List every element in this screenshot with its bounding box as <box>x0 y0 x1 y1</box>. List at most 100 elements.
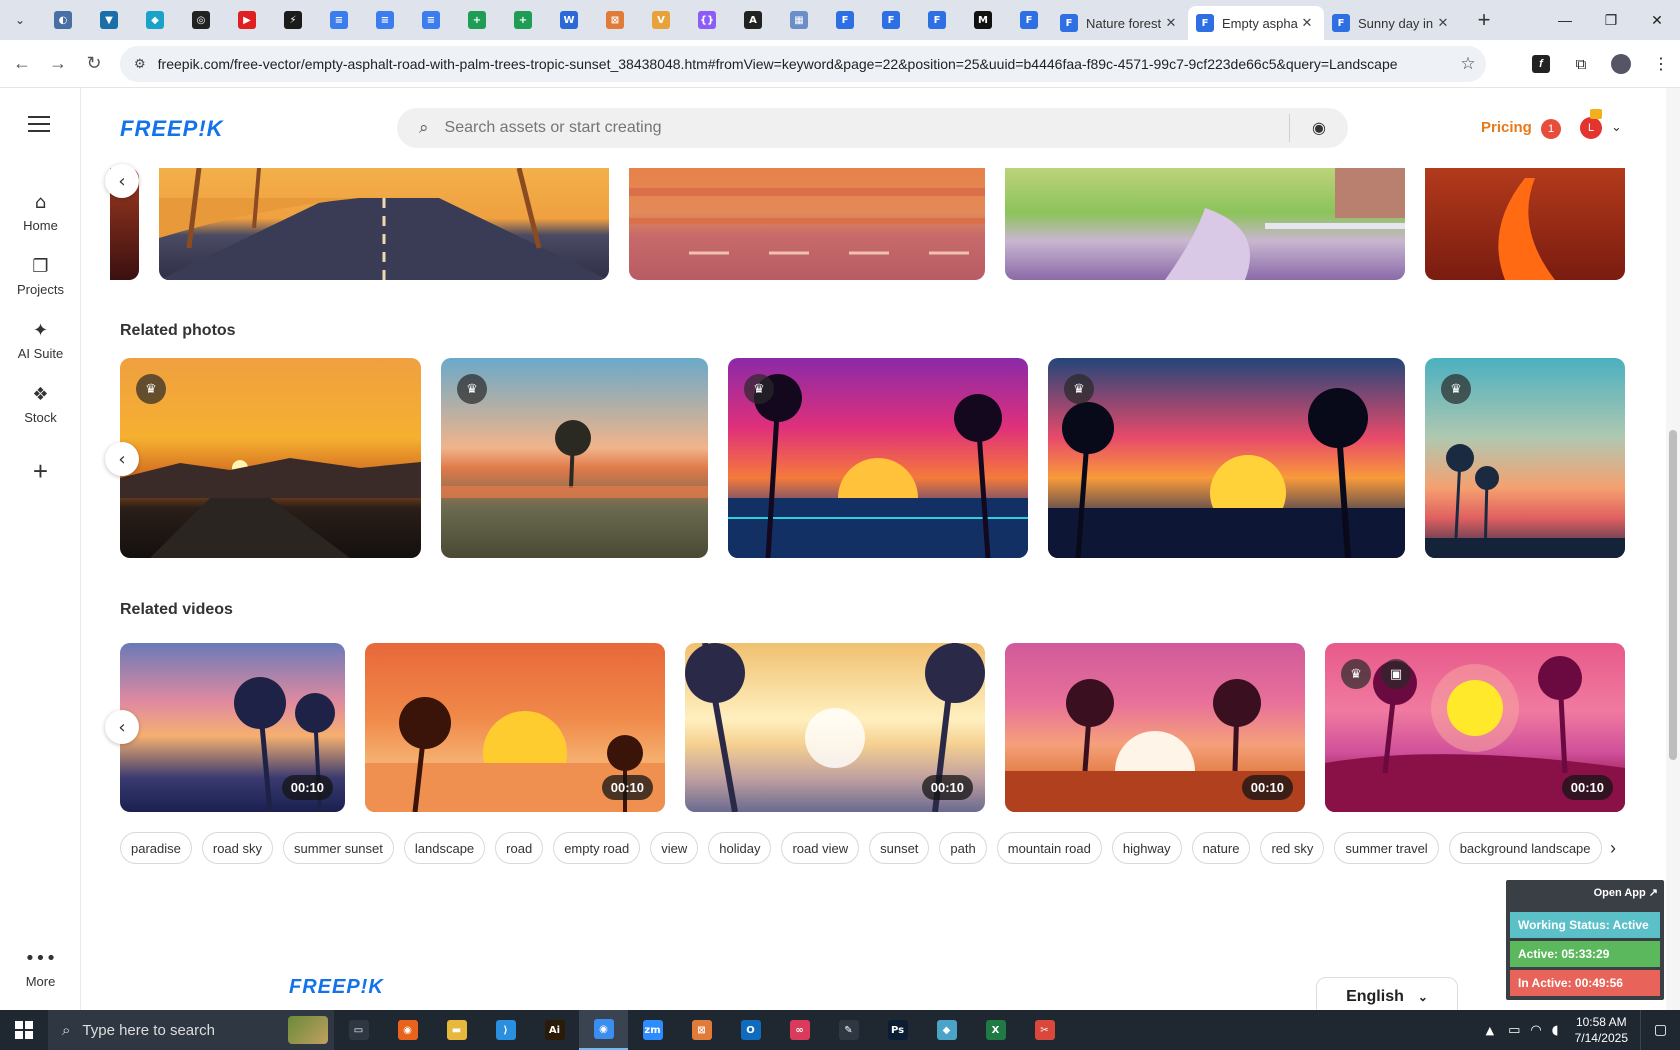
windows-start-icon[interactable] <box>0 1010 48 1050</box>
search-bar[interactable]: ⌕ ◉ <box>397 108 1348 148</box>
freepik-logo[interactable]: FREEP!K <box>120 116 224 142</box>
taskbar-app[interactable]: ▭ <box>334 1010 383 1050</box>
pinned-tab[interactable]: ≡ <box>316 0 362 40</box>
video-thumbnail[interactable]: 00:10 <box>1005 643 1305 812</box>
camera-search-icon[interactable]: ◉ <box>1290 118 1348 138</box>
taskbar-app[interactable]: ∞ <box>775 1010 824 1050</box>
taskbar-app[interactable]: X <box>971 1010 1020 1050</box>
pinned-tab[interactable]: F <box>914 0 960 40</box>
photo-thumbnail[interactable]: ♛ <box>1425 358 1625 558</box>
open-app-link[interactable]: Open App ↗ <box>1594 886 1658 899</box>
tab-sunny-day[interactable]: F Sunny day in ✕ <box>1324 6 1460 40</box>
sidebar-item-projects[interactable]: ❐ Projects <box>0 256 81 297</box>
pinned-tab[interactable]: ≡ <box>362 0 408 40</box>
taskbar-app[interactable]: ⊠ <box>677 1010 726 1050</box>
sidebar-item-more[interactable]: ••• More <box>0 948 81 989</box>
pinned-tab[interactable]: + <box>500 0 546 40</box>
pinned-tab[interactable]: ◎ <box>178 0 224 40</box>
hamburger-menu-icon[interactable] <box>28 116 50 137</box>
extension-f-icon[interactable]: f <box>1522 45 1560 83</box>
video-thumbnail[interactable]: 00:10 <box>120 643 345 812</box>
profile-avatar-icon[interactable] <box>1602 45 1640 83</box>
close-window-button[interactable]: ✕ <box>1634 0 1680 40</box>
taskbar-app[interactable]: ⟩ <box>481 1010 530 1050</box>
search-input[interactable] <box>444 119 1289 137</box>
network-icon[interactable]: ▭ <box>1508 1023 1520 1038</box>
tag-chip[interactable]: path <box>939 832 987 864</box>
tag-chip[interactable]: empty road <box>553 832 641 864</box>
forward-icon[interactable]: → <box>40 46 76 82</box>
taskbar-app[interactable]: ◉ <box>579 1010 628 1050</box>
footer-freepik-logo[interactable]: FREEP!K <box>289 976 384 999</box>
pinned-tab[interactable]: ▼ <box>86 0 132 40</box>
taskbar-app[interactable]: ◆ <box>922 1010 971 1050</box>
taskbar-app[interactable]: ▬ <box>432 1010 481 1050</box>
volume-icon[interactable]: ◖ <box>1552 1023 1559 1038</box>
notification-center-icon[interactable]: ▢ <box>1640 1010 1680 1050</box>
tag-chip[interactable]: paradise <box>120 832 192 864</box>
chevron-up-icon[interactable]: ▲ <box>1486 1024 1494 1037</box>
tag-chip[interactable]: mountain road <box>996 832 1102 864</box>
tab-search-dropdown-icon[interactable]: ⌄ <box>6 6 34 34</box>
tag-chip[interactable]: landscape <box>403 832 486 864</box>
pinned-tab[interactable]: V <box>638 0 684 40</box>
tag-chip[interactable]: background landscape <box>1448 832 1602 864</box>
new-tab-button[interactable]: + <box>1468 7 1500 33</box>
pinned-tab[interactable]: F <box>868 0 914 40</box>
video-thumbnail[interactable]: ♛ ▣ 00:10 <box>1325 643 1625 812</box>
scrollbar-thumb[interactable] <box>1669 430 1677 760</box>
photo-thumbnail[interactable]: ♛ <box>120 358 421 558</box>
pinned-tab[interactable]: ◆ <box>132 0 178 40</box>
tag-chip[interactable]: summer sunset <box>283 832 394 864</box>
tag-chip[interactable]: road <box>495 832 544 864</box>
system-clock[interactable]: 10:58 AM 7/14/2025 <box>1575 1014 1628 1046</box>
tab-nature-forest[interactable]: F Nature forest ✕ <box>1052 6 1188 40</box>
tag-chip[interactable]: sunset <box>869 832 930 864</box>
taskbar-app[interactable]: ✎ <box>824 1010 873 1050</box>
pinned-tab[interactable]: M <box>960 0 1006 40</box>
url-field[interactable]: ⚙ freepik.com/free-vector/empty-asphalt-… <box>120 46 1486 82</box>
chevron-right-icon[interactable]: › <box>1610 838 1616 859</box>
carousel-prev-icon[interactable]: ‹ <box>105 710 139 744</box>
user-avatar[interactable]: L <box>1580 117 1602 139</box>
wifi-icon[interactable]: ◠ <box>1530 1023 1541 1038</box>
close-icon[interactable]: ✕ <box>1434 15 1452 31</box>
photo-thumbnail[interactable]: ♛ <box>441 358 708 558</box>
pinned-tab[interactable]: W <box>546 0 592 40</box>
video-thumbnail[interactable]: 00:10 <box>685 643 985 812</box>
pinned-tab[interactable]: ▶ <box>224 0 270 40</box>
vector-thumbnail[interactable] <box>159 168 609 280</box>
pinned-tab[interactable]: ⚡ <box>270 0 316 40</box>
pinned-tab[interactable]: + <box>454 0 500 40</box>
pinned-tab[interactable]: F <box>822 0 868 40</box>
taskbar-app[interactable]: ◉ <box>383 1010 432 1050</box>
vector-thumbnail[interactable] <box>629 168 985 280</box>
chevron-down-icon[interactable]: ⌄ <box>1611 119 1622 135</box>
taskbar-app[interactable]: ✂ <box>1020 1010 1069 1050</box>
extensions-puzzle-icon[interactable]: ⧉ <box>1562 45 1600 83</box>
tag-chip[interactable]: red sky <box>1260 832 1325 864</box>
pinned-tab[interactable]: ▦ <box>776 0 822 40</box>
sidebar-item-ai-suite[interactable]: ✦ AI Suite <box>0 320 81 361</box>
close-icon[interactable]: ✕ <box>1298 15 1316 31</box>
browser-menu-icon[interactable]: ⋮ <box>1642 45 1680 83</box>
reload-icon[interactable]: ↻ <box>76 46 112 82</box>
video-thumbnail[interactable]: 00:10 <box>365 643 665 812</box>
vector-thumbnail[interactable] <box>1005 168 1405 280</box>
tag-chip[interactable]: summer travel <box>1334 832 1439 864</box>
pinned-tab[interactable]: A <box>730 0 776 40</box>
tag-chip[interactable]: view <box>650 832 699 864</box>
photo-thumbnail[interactable]: ♛ <box>1048 358 1405 558</box>
tag-chip[interactable]: road sky <box>201 832 274 864</box>
taskbar-app[interactable]: Ai <box>530 1010 579 1050</box>
minimize-button[interactable]: — <box>1542 0 1588 40</box>
add-icon[interactable]: + <box>0 456 81 487</box>
pricing-link[interactable]: Pricing <box>1481 119 1532 136</box>
pinned-tab[interactable]: ≡ <box>408 0 454 40</box>
tag-chip[interactable]: holiday <box>708 832 772 864</box>
photo-thumbnail[interactable]: ♛ <box>728 358 1028 558</box>
pinned-tab[interactable]: ⊠ <box>592 0 638 40</box>
url-text[interactable]: freepik.com/free-vector/empty-asphalt-ro… <box>158 56 1450 72</box>
pinned-tab[interactable]: ◐ <box>40 0 86 40</box>
carousel-prev-icon[interactable]: ‹ <box>105 164 139 198</box>
